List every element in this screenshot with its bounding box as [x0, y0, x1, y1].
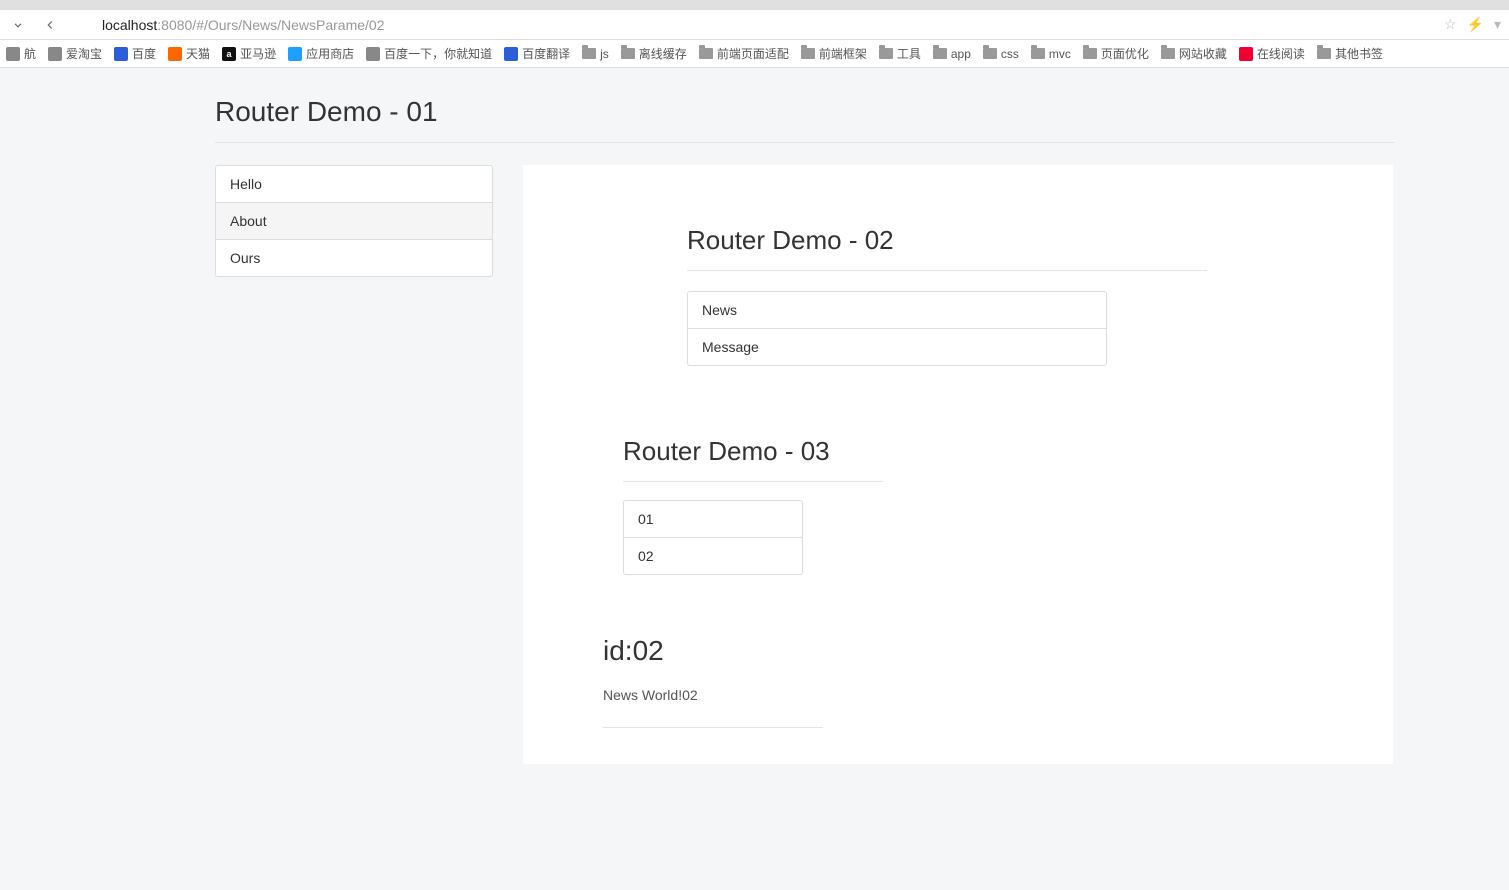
layout: HelloAboutOurs Router Demo - 02 NewsMess… [215, 165, 1489, 764]
bookmark-label: 天猫 [186, 45, 210, 62]
bookmark-label: 离线缓存 [639, 45, 687, 62]
lightning-icon[interactable]: ⚡ [1467, 16, 1484, 33]
bookmark-item[interactable]: js [582, 47, 609, 61]
folder-icon [1031, 48, 1045, 59]
bookmark-label: js [600, 47, 609, 61]
folder-icon [582, 48, 596, 59]
bookmark-item[interactable]: 天猫 [168, 45, 210, 62]
bookmark-item[interactable]: 前端页面适配 [699, 45, 789, 62]
bookmark-label: 百度一下，你就知道 [384, 45, 492, 62]
bookmark-label: 百度 [132, 45, 156, 62]
chevron-down-icon[interactable]: ▾ [1494, 16, 1501, 33]
nav1-item[interactable]: Ours [216, 240, 492, 276]
url-path: :8080/#/Ours/News/NewsParame/02 [157, 17, 384, 33]
detail-panel: id:02 News World!02 [603, 635, 1333, 728]
bookmark-item[interactable]: 百度 [114, 45, 156, 62]
section-2-title: Router Demo - 02 [687, 225, 1333, 270]
folder-icon [983, 48, 997, 59]
divider [603, 727, 823, 728]
nav1-item[interactable]: About [216, 203, 492, 240]
nav1-item[interactable]: Hello [216, 166, 492, 203]
bookmark-item[interactable]: 百度一下，你就知道 [366, 45, 492, 62]
bookmark-item[interactable]: 网站收藏 [1161, 45, 1227, 62]
nav-level-3: 0102 [623, 500, 803, 575]
bookmark-label: 应用商店 [306, 45, 354, 62]
address-bar-actions: ☆ ⚡ ▾ [1444, 16, 1501, 33]
bookmark-item[interactable]: 离线缓存 [621, 45, 687, 62]
nav3-item[interactable]: 02 [624, 538, 802, 574]
folder-icon [699, 48, 713, 59]
detail-title: id:02 [603, 635, 1333, 667]
bookmark-label: app [951, 47, 971, 61]
url-host: localhost [102, 17, 157, 33]
folder-icon [933, 48, 947, 59]
dropdown-arrow-icon[interactable] [8, 15, 28, 35]
favicon [366, 47, 380, 61]
content-card: Router Demo - 02 NewsMessage Router Demo… [523, 165, 1393, 764]
bookmark-label: 前端页面适配 [717, 45, 789, 62]
favicon [288, 47, 302, 61]
bookmark-label: 百度翻译 [522, 45, 570, 62]
divider [687, 270, 1207, 271]
nav3-item[interactable]: 01 [624, 501, 802, 538]
bookmark-item[interactable]: css [983, 47, 1019, 61]
favicon [168, 47, 182, 61]
bookmarks-bar: 航 爱淘宝 百度 天猫 a 亚马逊 应用商店 百度一下，你就知道 百度翻译 js 离线缓存 前端页面适… [0, 40, 1509, 68]
folder-icon [879, 48, 893, 59]
bookmark-item[interactable]: 页面优化 [1083, 45, 1149, 62]
section-3-title: Router Demo - 03 [623, 436, 1333, 481]
bookmark-label: 亚马逊 [240, 45, 276, 62]
bookmark-label: 在线阅读 [1257, 45, 1305, 62]
favicon [504, 47, 518, 61]
url-input[interactable]: localhost:8080/#/Ours/News/NewsParame/02 [72, 17, 1432, 33]
nav2-item[interactable]: Message [688, 329, 1106, 365]
bookmark-item[interactable]: 工具 [879, 45, 921, 62]
address-bar: localhost:8080/#/Ours/News/NewsParame/02… [0, 10, 1509, 40]
back-arrow-icon[interactable] [40, 15, 60, 35]
bookmark-item[interactable]: 航 [6, 45, 36, 62]
bookmark-item[interactable]: mvc [1031, 47, 1071, 61]
nav-level-1: HelloAboutOurs [215, 165, 493, 277]
folder-icon [1317, 48, 1331, 59]
nav-level-2: NewsMessage [687, 291, 1107, 366]
bookmark-item[interactable]: 其他书签 [1317, 45, 1383, 62]
favicon [6, 47, 20, 61]
bookmark-label: 网站收藏 [1179, 45, 1227, 62]
bookmark-label: 航 [24, 45, 36, 62]
page-title: Router Demo - 01 [215, 96, 1395, 143]
favicon [114, 47, 128, 61]
bookmark-item[interactable]: app [933, 47, 971, 61]
folder-icon [801, 48, 815, 59]
bookmark-label: mvc [1049, 47, 1071, 61]
bookmark-label: 页面优化 [1101, 45, 1149, 62]
bookmark-label: 工具 [897, 45, 921, 62]
page-content: Router Demo - 01 HelloAboutOurs Router D… [0, 68, 1509, 804]
bookmark-item[interactable]: 前端框架 [801, 45, 867, 62]
bookmark-item[interactable]: 百度翻译 [504, 45, 570, 62]
bookmark-item[interactable]: 应用商店 [288, 45, 354, 62]
bookmark-item[interactable]: a 亚马逊 [222, 45, 276, 62]
section-3: Router Demo - 03 0102 id:02 News World!0… [623, 436, 1333, 728]
favicon: a [222, 47, 236, 61]
favicon [1239, 47, 1253, 61]
bookmark-item[interactable]: 爱淘宝 [48, 45, 102, 62]
detail-text: News World!02 [603, 687, 1333, 703]
bookmark-label: 爱淘宝 [66, 45, 102, 62]
nav2-item[interactable]: News [688, 292, 1106, 329]
star-icon[interactable]: ☆ [1444, 16, 1457, 33]
bookmark-label: 其他书签 [1335, 45, 1383, 62]
favicon [48, 47, 62, 61]
bookmark-item[interactable]: 在线阅读 [1239, 45, 1305, 62]
folder-icon [1161, 48, 1175, 59]
bookmark-label: 前端框架 [819, 45, 867, 62]
browser-tab-strip [0, 0, 1509, 10]
divider [623, 481, 883, 482]
folder-icon [621, 48, 635, 59]
folder-icon [1083, 48, 1097, 59]
bookmark-label: css [1001, 47, 1019, 61]
